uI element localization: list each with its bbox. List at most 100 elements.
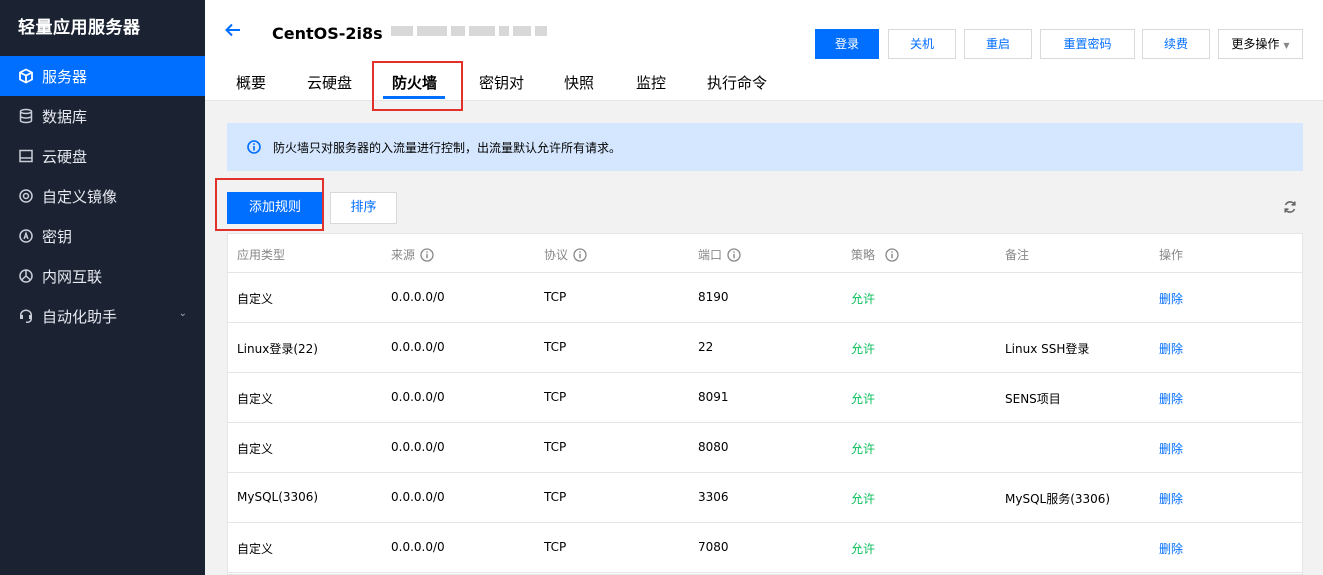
renew-button[interactable]: 续费 bbox=[1142, 29, 1210, 59]
cell-protocol: TCP bbox=[544, 540, 567, 554]
active-tab-indicator bbox=[383, 96, 445, 99]
sidebar-item-label: 内网互联 bbox=[42, 267, 103, 286]
cell-policy: 允许 bbox=[851, 342, 876, 356]
tab-snapshot[interactable]: 快照 bbox=[564, 72, 594, 93]
sidebar-item-label: 数据库 bbox=[42, 107, 88, 126]
sidebar-item-disk[interactable]: 云硬盘 bbox=[0, 136, 205, 176]
cell-type: 自定义 bbox=[237, 292, 274, 306]
page-header: CentOS-2i8s 登录 关机 重启 重置密码 续费 更多操作 ▼ 概要 云硬… bbox=[205, 0, 1323, 111]
help-icon[interactable] bbox=[420, 247, 434, 262]
delete-link[interactable]: 删除 bbox=[1159, 390, 1183, 407]
shutdown-button[interactable]: 关机 bbox=[888, 29, 956, 59]
cell-protocol: TCP bbox=[544, 390, 567, 404]
sidebar-item-image[interactable]: 自定义镜像 bbox=[0, 176, 205, 216]
sidebar-item-database[interactable]: 数据库 bbox=[0, 96, 205, 136]
cell-protocol: TCP bbox=[544, 290, 567, 304]
delete-link[interactable]: 删除 bbox=[1159, 540, 1183, 557]
cell-note: Linux SSH登录 bbox=[1005, 342, 1090, 356]
cell-port: 7080 bbox=[698, 540, 729, 554]
table-row: 自定义 0.0.0.0/0 TCP 8091 允许 SENS项目 删除 bbox=[228, 373, 1302, 423]
sidebar-item-label: 自定义镜像 bbox=[42, 187, 118, 206]
cell-protocol: TCP bbox=[544, 440, 567, 454]
tab-key-pair[interactable]: 密钥对 bbox=[479, 72, 524, 93]
restart-button[interactable]: 重启 bbox=[964, 29, 1032, 59]
more-actions-dropdown[interactable]: 更多操作 ▼ bbox=[1218, 29, 1303, 59]
table-row: MySQL(3306) 0.0.0.0/0 TCP 3306 允许 MySQL服… bbox=[228, 473, 1302, 523]
tab-cloud-disk[interactable]: 云硬盘 bbox=[307, 72, 352, 93]
image-icon bbox=[18, 188, 34, 204]
cell-source: 0.0.0.0/0 bbox=[391, 390, 445, 404]
cell-port: 8190 bbox=[698, 290, 729, 304]
instance-name: CentOS-2i8s bbox=[272, 24, 383, 43]
cell-note: MySQL服务(3306) bbox=[1005, 492, 1111, 506]
column-header-note: 备注 bbox=[1005, 248, 1030, 262]
table-row: Linux登录(22) 0.0.0.0/0 TCP 22 允许 Linux SS… bbox=[228, 323, 1302, 373]
database-icon bbox=[18, 108, 34, 124]
tab-overview[interactable]: 概要 bbox=[236, 72, 266, 93]
refresh-icon[interactable] bbox=[1282, 199, 1298, 215]
cell-protocol: TCP bbox=[544, 490, 567, 504]
delete-link[interactable]: 删除 bbox=[1159, 290, 1183, 307]
automation-icon bbox=[18, 308, 34, 324]
cell-type: 自定义 bbox=[237, 542, 274, 556]
cell-type: Linux登录(22) bbox=[237, 342, 318, 356]
sort-button[interactable]: 排序 bbox=[330, 192, 397, 224]
reset-password-button[interactable]: 重置密码 bbox=[1040, 29, 1135, 59]
table-row: 自定义 0.0.0.0/0 TCP 8080 允许 删除 bbox=[228, 423, 1302, 473]
main-content: 防火墙只对服务器的入流量进行控制，出流量默认允许所有请求。 添加规则 排序 应用… bbox=[205, 101, 1323, 575]
sidebar-item-label: 服务器 bbox=[42, 67, 88, 86]
column-header-source: 来源 bbox=[391, 246, 434, 263]
sidebar-item-label: 云硬盘 bbox=[42, 147, 88, 166]
delete-link[interactable]: 删除 bbox=[1159, 340, 1183, 357]
key-icon bbox=[18, 228, 34, 244]
cell-port: 8091 bbox=[698, 390, 729, 404]
column-header-policy: 策略 bbox=[851, 246, 899, 263]
cell-policy: 允许 bbox=[851, 542, 876, 556]
back-arrow-icon[interactable] bbox=[223, 20, 243, 40]
cell-source: 0.0.0.0/0 bbox=[391, 290, 445, 304]
cell-policy: 允许 bbox=[851, 442, 876, 456]
sidebar-item-label: 密钥 bbox=[42, 227, 73, 246]
cell-source: 0.0.0.0/0 bbox=[391, 540, 445, 554]
cell-type: MySQL(3306) bbox=[237, 490, 319, 504]
add-rule-button[interactable]: 添加规则 bbox=[227, 192, 323, 224]
sidebar-item-server[interactable]: 服务器 bbox=[0, 56, 205, 96]
help-icon[interactable] bbox=[727, 247, 741, 262]
instance-id-blurred bbox=[391, 26, 547, 36]
help-icon[interactable] bbox=[885, 247, 899, 262]
login-button[interactable]: 登录 bbox=[815, 29, 879, 59]
notice-text: 防火墙只对服务器的入流量进行控制，出流量默认允许所有请求。 bbox=[273, 140, 622, 155]
more-actions-label: 更多操作 bbox=[1231, 37, 1280, 51]
column-header-type: 应用类型 bbox=[237, 248, 286, 262]
sidebar-item-label: 自动化助手 bbox=[42, 307, 118, 326]
product-title: 轻量应用服务器 bbox=[18, 18, 141, 38]
column-header-protocol: 协议 bbox=[544, 246, 587, 263]
info-icon bbox=[247, 140, 261, 154]
cell-policy: 允许 bbox=[851, 292, 876, 306]
caret-down-icon: ▼ bbox=[1283, 41, 1290, 50]
cell-source: 0.0.0.0/0 bbox=[391, 440, 445, 454]
sidebar-item-automation[interactable]: 自动化助手 ⌄ bbox=[0, 296, 205, 336]
cell-policy: 允许 bbox=[851, 392, 876, 406]
delete-link[interactable]: 删除 bbox=[1159, 490, 1183, 507]
tab-monitor[interactable]: 监控 bbox=[636, 72, 666, 93]
info-notice: 防火墙只对服务器的入流量进行控制，出流量默认允许所有请求。 bbox=[227, 123, 1303, 171]
cell-port: 3306 bbox=[698, 490, 729, 504]
cell-protocol: TCP bbox=[544, 340, 567, 354]
cell-port: 8080 bbox=[698, 440, 729, 454]
cell-source: 0.0.0.0/0 bbox=[391, 340, 445, 354]
cell-type: 自定义 bbox=[237, 392, 274, 406]
tab-run-command[interactable]: 执行命令 bbox=[707, 72, 767, 93]
chevron-down-icon[interactable]: ⌄ bbox=[179, 308, 187, 319]
column-header-port: 端口 bbox=[698, 246, 741, 263]
server-icon bbox=[18, 68, 34, 84]
sidebar: 轻量应用服务器 服务器 数据库 云硬盘 自定义镜像 密钥 内网互联 自动化助手 … bbox=[0, 0, 205, 575]
column-header-action: 操作 bbox=[1159, 248, 1184, 262]
cell-policy: 允许 bbox=[851, 492, 876, 506]
tab-firewall[interactable]: 防火墙 bbox=[392, 72, 437, 93]
delete-link[interactable]: 删除 bbox=[1159, 440, 1183, 457]
help-icon[interactable] bbox=[573, 247, 587, 262]
cell-port: 22 bbox=[698, 340, 714, 354]
sidebar-item-network[interactable]: 内网互联 bbox=[0, 256, 205, 296]
sidebar-item-key[interactable]: 密钥 bbox=[0, 216, 205, 256]
